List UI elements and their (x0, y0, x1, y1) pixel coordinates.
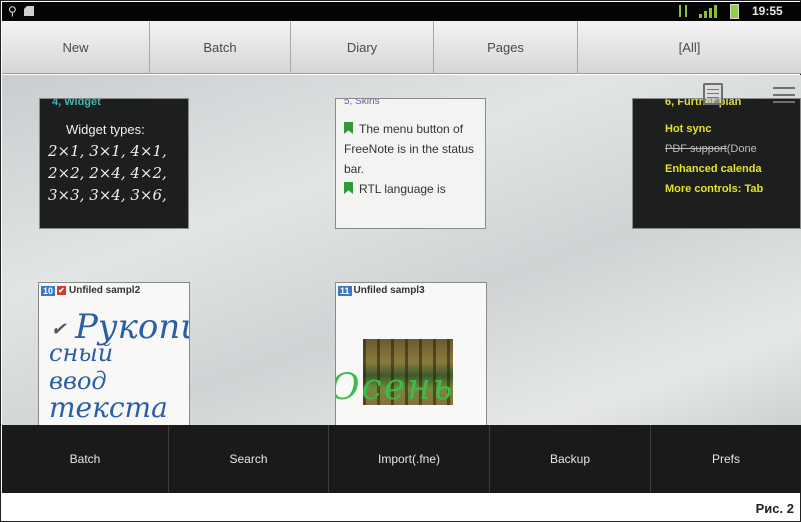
handwriting-line: сный (49, 339, 114, 367)
search-button[interactable]: Search (169, 425, 329, 493)
clock: 19:55 (752, 4, 783, 18)
batch-button[interactable]: Batch (2, 425, 169, 493)
plan-item: More controls: Tab (665, 183, 764, 195)
prefs-button[interactable]: Prefs (651, 425, 801, 493)
sd-card-icon (24, 6, 34, 16)
note-widget[interactable]: 4, Widget Widget types: 2×1, 3×1, 4×1, 2… (39, 98, 189, 229)
handwriting-line: Осень (335, 367, 455, 408)
notes-canvas: 4, Widget Widget types: 2×1, 3×1, 4×1, 2… (2, 75, 801, 425)
note-header: 10 ✔ Unfiled sampl2 (41, 285, 140, 296)
flag-icon (344, 182, 353, 194)
figure-caption: Рис. 2 (755, 501, 794, 516)
note-number: 10 (41, 285, 56, 296)
plan-item: Hot sync (665, 123, 712, 135)
note-skins[interactable]: 5, Skins The menu button of FreeNote is … (335, 98, 486, 229)
flag-icon (344, 122, 353, 134)
import-button[interactable]: Import(.fne) (329, 425, 490, 493)
plan-item: Enhanced calenda (665, 163, 762, 175)
note-title: Unfiled sampl3 (353, 285, 425, 296)
tab-all[interactable]: [All] (578, 21, 801, 74)
check-badge-icon: ✔ (57, 286, 67, 295)
usb-icon: ⚲ (8, 4, 17, 18)
note-text: The menu button of FreeNote is in the st… (344, 122, 475, 176)
note-title: Unfiled sampl2 (69, 285, 141, 296)
status-bar: ⚲ 19:55 (2, 2, 801, 21)
hourglass-icon (679, 5, 687, 17)
handwriting-line: текста (49, 391, 168, 424)
note-title: 5, Skins (344, 98, 380, 107)
note-further-plan[interactable]: 6, Further plan Hot sync PDF support(Don… (632, 98, 801, 229)
note-body: The menu button of FreeNote is in the st… (344, 119, 485, 199)
menu-icon[interactable] (773, 87, 795, 103)
note-unfiled-sample2[interactable]: 10 ✔ Unfiled sampl2 ✔ Рукопи сный ввод т… (38, 282, 190, 425)
tab-diary[interactable]: Diary (291, 21, 434, 74)
battery-icon (730, 4, 739, 19)
bottom-action-bar: Batch Search Import(.fne) Backup Prefs (2, 425, 801, 493)
note-body: Hot sync PDF support(Done Enhanced calen… (665, 119, 800, 199)
backup-button[interactable]: Backup (490, 425, 651, 493)
note-handwriting: 2×1, 3×1, 4×1, 2×2, 2×4, 4×2, 3×3, 3×4, … (48, 142, 167, 204)
plan-item-note: (Done (726, 143, 757, 155)
calendar-icon[interactable] (703, 83, 723, 105)
tab-new[interactable]: New (2, 21, 150, 74)
top-tab-bar: New Batch Diary Pages [All] (2, 21, 801, 74)
note-number: 11 (338, 285, 352, 296)
screenshot-frame: ⚲ 19:55 New Batch Diary Pages [All] 4, W… (0, 0, 801, 522)
note-header: 11 Unfiled sampl3 (338, 285, 425, 296)
tab-pages[interactable]: Pages (434, 21, 578, 74)
plan-item-done: PDF support (665, 143, 727, 155)
checkmark-icon: ✔ (51, 319, 67, 340)
signal-icon (699, 5, 717, 18)
note-text: Widget types: (66, 122, 145, 137)
note-unfiled-sample3[interactable]: 11 Unfiled sampl3 Осень (335, 282, 487, 425)
tab-batch[interactable]: Batch (150, 21, 291, 74)
note-text: RTL language is (359, 182, 446, 196)
note-title: 4, Widget (52, 98, 101, 108)
